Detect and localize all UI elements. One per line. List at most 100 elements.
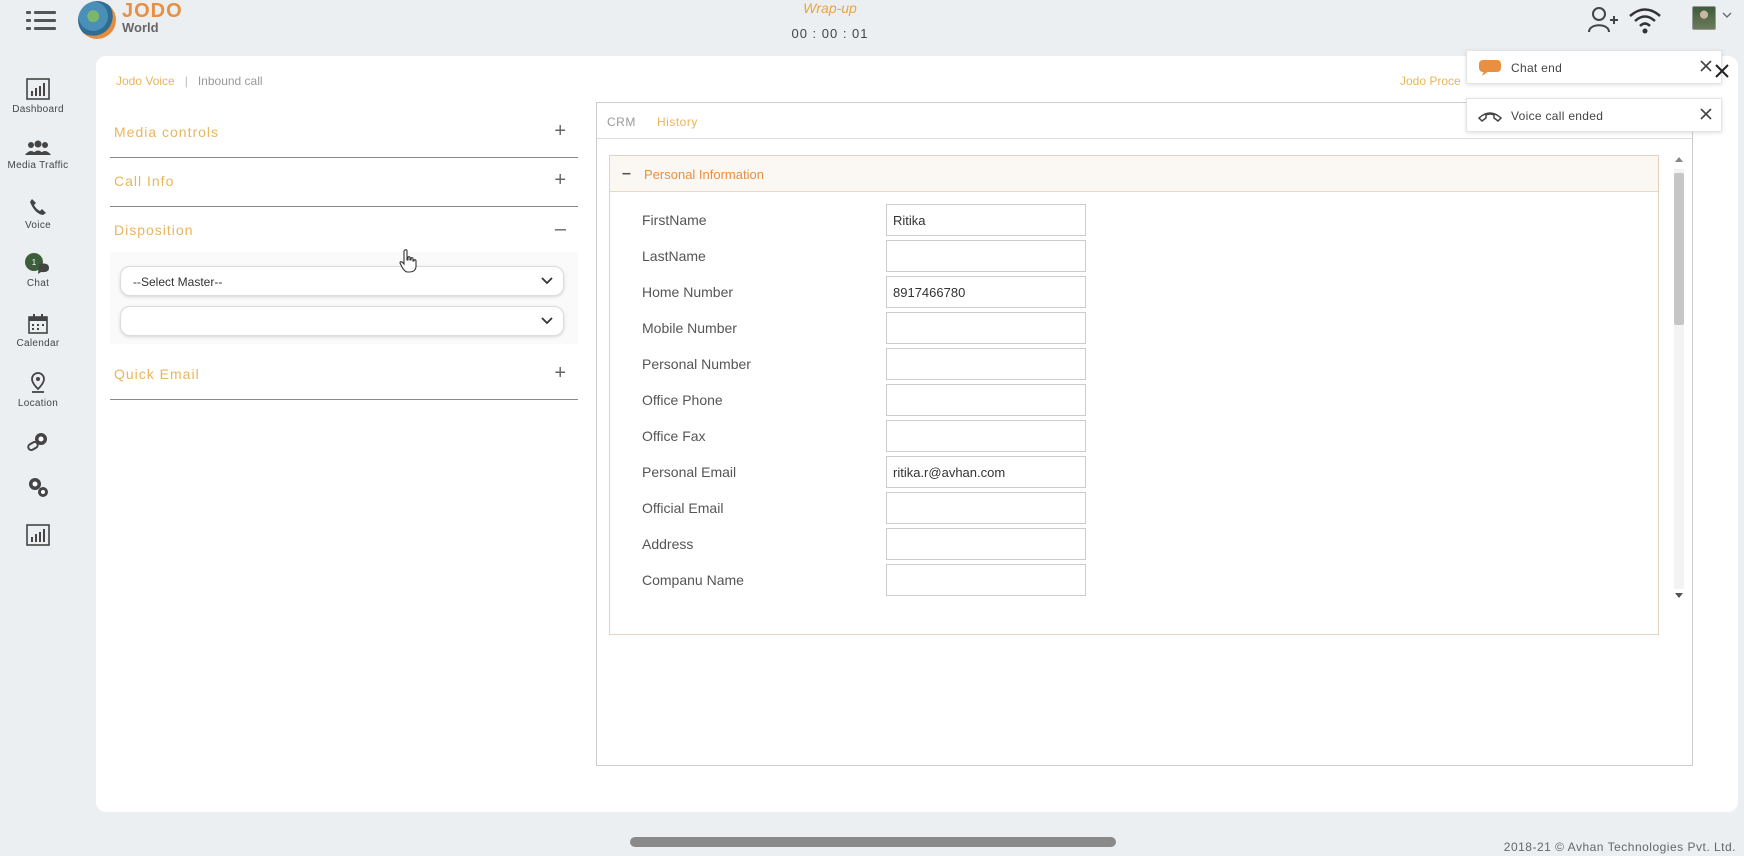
field-row-home-number: Home Number 8917466780 — [610, 276, 1658, 310]
accordion-header[interactable]: Media controls + — [110, 110, 578, 158]
users-icon — [25, 140, 51, 155]
call-timer: 00 : 00 : 01 — [791, 26, 869, 41]
report-icon — [26, 524, 50, 546]
sidebar-item-voice[interactable]: Voice — [0, 198, 76, 231]
chevron-down-icon[interactable] — [1722, 10, 1732, 20]
hangup-icon — [1477, 112, 1503, 122]
notification-voice-call-ended[interactable]: Voice call ended — [1466, 98, 1722, 132]
scroll-down-arrow-icon[interactable] — [1675, 593, 1683, 598]
field-label: Home Number — [642, 284, 734, 300]
collapse-icon[interactable]: – — [555, 218, 566, 241]
logo-text-world: World — [122, 20, 159, 35]
svg-text:1: 1 — [32, 258, 37, 267]
calendar-icon — [28, 314, 48, 334]
accordion-disposition[interactable]: Disposition – — [110, 208, 578, 256]
official-email-input[interactable] — [886, 492, 1086, 524]
accordion-media-controls[interactable]: Media controls + — [110, 110, 578, 158]
home-indicator[interactable] — [630, 837, 1116, 847]
scrollbar-thumb[interactable] — [1674, 173, 1684, 325]
select-sub-disposition-dropdown[interactable] — [120, 306, 564, 336]
personal-number-input[interactable] — [886, 348, 1086, 380]
call-status: Wrap-up — [803, 0, 857, 16]
breadcrumb-root[interactable]: Jodo Voice — [116, 74, 175, 88]
accordion-header[interactable]: Call Info + — [110, 159, 578, 207]
field-label: Official Email — [642, 500, 724, 516]
notification-text: Chat end — [1511, 61, 1563, 75]
hand-cursor-icon — [399, 249, 417, 273]
add-user-icon[interactable] — [1588, 6, 1618, 34]
location-pin-icon — [31, 372, 45, 393]
sidebar-item-label: Chat — [26, 278, 50, 289]
notification-text: Voice call ended — [1511, 109, 1604, 123]
sidebar-item-link-settings[interactable] — [0, 432, 76, 452]
sidebar-item-dashboard[interactable]: Dashboard — [0, 78, 76, 115]
tab-history[interactable]: History — [657, 115, 698, 129]
sidebar-item-location[interactable]: Location — [0, 372, 76, 409]
section-header[interactable]: – Personal Information — [610, 156, 1658, 192]
expand-icon[interactable]: + — [554, 362, 566, 385]
field-row-mobile-number: Mobile Number — [610, 312, 1658, 346]
breadcrumb: Jodo Voice | Inbound call — [116, 74, 263, 88]
sidebar-item-chat[interactable]: 1 Chat — [0, 252, 76, 289]
crm-panel: CRM History – Personal Information First… — [596, 102, 1693, 766]
expand-icon[interactable]: + — [554, 120, 566, 143]
sidebar-item-label: Dashboard — [12, 104, 64, 115]
sidebar-item-media-traffic[interactable]: Media Traffic — [0, 140, 76, 171]
personal-email-input[interactable]: ritika.r@avhan.com — [886, 456, 1086, 488]
breadcrumb-separator: | — [184, 74, 188, 88]
jodo-world-logo[interactable]: JODO World — [78, 0, 188, 40]
field-label: Address — [642, 536, 694, 552]
accordion-title: Call Info — [114, 173, 175, 189]
chevron-down-icon — [541, 317, 553, 325]
scroll-up-arrow-icon[interactable] — [1675, 157, 1683, 162]
notification-chat-end[interactable]: Chat end — [1466, 50, 1722, 84]
first-name-input[interactable]: Ritika — [886, 204, 1086, 236]
accordion-header[interactable]: Disposition – — [110, 208, 578, 256]
expand-icon[interactable]: + — [554, 169, 566, 192]
accordion-header[interactable]: Quick Email + — [110, 352, 578, 400]
home-number-input[interactable]: 8917466780 — [886, 276, 1086, 308]
globe-icon — [78, 1, 116, 39]
select-master-value: --Select Master-- — [133, 275, 223, 289]
field-label: Office Fax — [642, 428, 706, 444]
process-label[interactable]: Jodo Proce — [1400, 74, 1461, 88]
chevron-down-icon — [541, 277, 553, 285]
field-row-office-fax: Office Fax — [610, 420, 1658, 454]
breadcrumb-current: Inbound call — [197, 74, 263, 88]
address-input[interactable] — [886, 528, 1086, 560]
sidebar-item-label: Location — [17, 398, 59, 409]
sidebar-item-label: Calendar — [16, 338, 60, 349]
mobile-number-input[interactable] — [886, 312, 1086, 344]
accordion-title: Disposition — [114, 222, 194, 238]
company-name-input[interactable] — [886, 564, 1086, 596]
office-fax-input[interactable] — [886, 420, 1086, 452]
field-row-official-email: Official Email — [610, 492, 1658, 526]
office-phone-input[interactable] — [886, 384, 1086, 416]
personal-information-section: – Personal Information FirstName Ritika … — [609, 155, 1659, 635]
gears-icon — [29, 478, 48, 497]
field-row-last-name: LastName — [610, 240, 1658, 274]
dashboard-icon — [26, 78, 50, 100]
sidebar-item-reports[interactable] — [0, 524, 76, 546]
collapse-icon[interactable]: – — [622, 165, 631, 183]
accordion-quick-email[interactable]: Quick Email + — [110, 352, 578, 400]
hamburger-menu-icon[interactable] — [26, 9, 56, 33]
select-master-dropdown[interactable]: --Select Master-- — [120, 266, 564, 296]
sidebar-item-calendar[interactable]: Calendar — [0, 314, 76, 349]
field-label: Office Phone — [642, 392, 723, 408]
close-icon[interactable] — [1699, 59, 1713, 73]
chat-icon: 1 — [25, 253, 49, 274]
tab-crm[interactable]: CRM — [607, 115, 636, 129]
field-label: Personal Email — [642, 464, 737, 480]
close-icon[interactable] — [1699, 107, 1713, 121]
field-label: Companu Name — [642, 572, 744, 588]
field-row-office-phone: Office Phone — [610, 384, 1658, 418]
sidebar-item-settings[interactable] — [0, 476, 76, 498]
last-name-input[interactable] — [886, 240, 1086, 272]
accordion-call-info[interactable]: Call Info + — [110, 159, 578, 207]
crm-scrollbar[interactable] — [1672, 155, 1686, 603]
close-all-icon[interactable] — [1714, 63, 1730, 79]
user-avatar[interactable] — [1692, 6, 1716, 30]
sidebar-item-label: Media Traffic — [7, 160, 69, 171]
field-row-personal-number: Personal Number — [610, 348, 1658, 382]
